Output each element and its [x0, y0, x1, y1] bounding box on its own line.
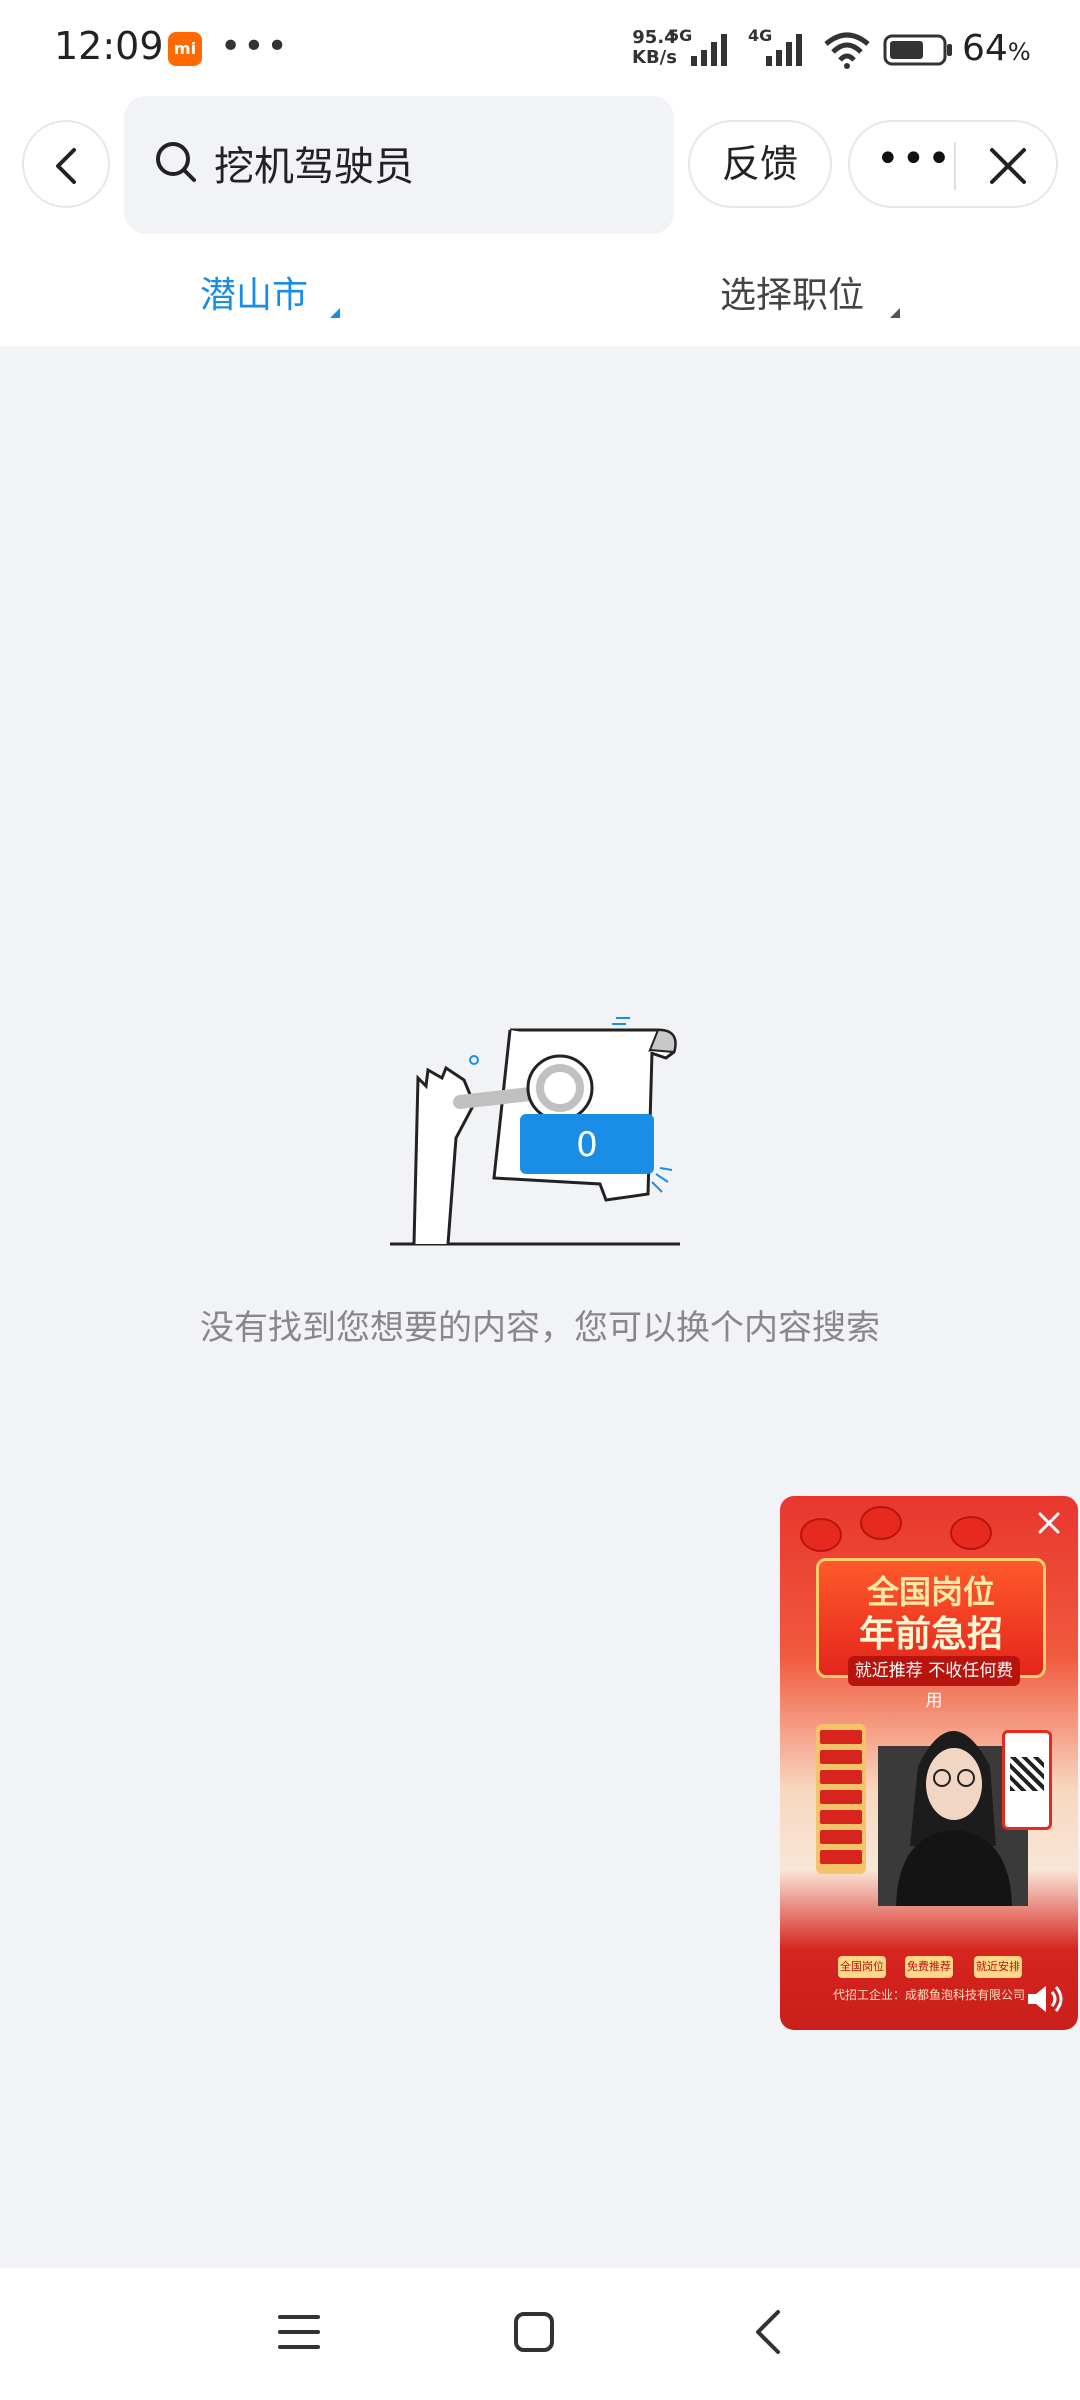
signal-2-icon [766, 34, 802, 66]
ad-close-icon[interactable] [1036, 1510, 1062, 1536]
chevron-left-icon [56, 148, 76, 184]
qr-code-icon [1010, 1757, 1044, 1791]
more-notifications-icon: ••• [220, 26, 290, 67]
city-filter[interactable]: 潜山市 [200, 266, 308, 318]
wifi-icon [824, 32, 870, 69]
ad-pill: 就近安排 [974, 1956, 1022, 1978]
ad-signup-badge [1002, 1730, 1052, 1830]
back-button[interactable] [22, 120, 110, 208]
capsule-divider [954, 142, 956, 190]
battery-percent-unit: % [1007, 38, 1031, 66]
lantern-decoration [860, 1506, 902, 1540]
battery-percent: 64% [962, 28, 1031, 69]
lantern-decoration [800, 1518, 842, 1552]
empty-result-illustration: 0 [390, 1017, 680, 1246]
xiaomi-notification-icon: mi [168, 32, 202, 66]
ad-subtitle: 就近推荐 不收任何费用 [848, 1656, 1020, 1711]
miniapp-capsule: ••• [848, 120, 1058, 208]
search-input[interactable]: 挖机驾驶员 [124, 96, 674, 234]
battery-icon [883, 34, 952, 66]
close-icon[interactable] [986, 144, 1030, 188]
city-dropdown-icon [330, 308, 340, 318]
ad-pill: 免费推荐 [905, 1956, 953, 1978]
status-bar: 12:09 mi ••• 95.4 KB/s 5G 4G 64% [0, 0, 1080, 96]
search-icon [156, 142, 196, 182]
search-query: 挖机驾驶员 [214, 144, 414, 190]
system-nav-bar [0, 2268, 1080, 2400]
home-icon[interactable] [512, 2310, 556, 2354]
status-time: 12:09 [54, 24, 164, 68]
job-dropdown-icon [890, 308, 900, 318]
empty-count-badge: 0 [576, 1125, 598, 1165]
nav-back-icon[interactable] [752, 2308, 784, 2356]
empty-result-message: 没有找到您想要的内容，您可以换个内容搜索 [200, 1308, 880, 1348]
search-header: 挖机驾驶员 反馈 ••• 潜山市 选择职位 [0, 96, 1080, 346]
recent-apps-icon[interactable] [278, 2312, 320, 2352]
ad-title-line2: 年前急招 [858, 1614, 1003, 1655]
network-speed-unit: KB/s [632, 47, 677, 68]
battery-percent-value: 64 [962, 28, 1008, 69]
lantern-decoration [950, 1516, 992, 1550]
signal-1-icon [691, 34, 727, 66]
floating-ad[interactable]: 全国岗位 年前急招 就近推荐 不收任何费用 全国岗位 免费推荐 就近安排 代招工… [780, 1496, 1078, 2030]
more-options-icon[interactable]: ••• [876, 136, 953, 182]
sound-icon[interactable] [1026, 1982, 1066, 2016]
feedback-button[interactable]: 反馈 [688, 120, 832, 208]
job-filter[interactable]: 选择职位 [720, 266, 864, 318]
ad-pill: 全国岗位 [838, 1956, 886, 1978]
ad-job-list [816, 1724, 866, 1874]
